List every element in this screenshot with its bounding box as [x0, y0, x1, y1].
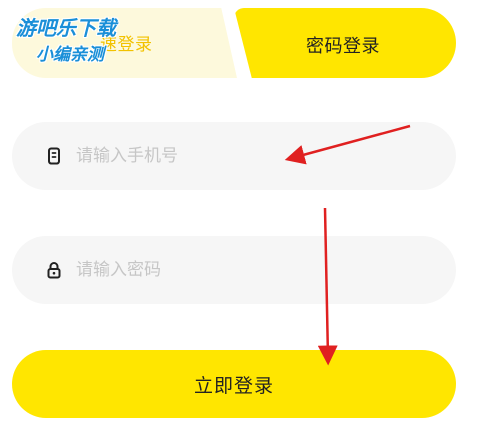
phone-icon: [48, 147, 60, 165]
login-button[interactable]: 立即登录: [12, 350, 456, 418]
lock-icon: [47, 262, 61, 279]
bottom-right-link[interactable]: [296, 432, 300, 439]
bottom-left-link[interactable]: [18, 432, 22, 439]
tab-password-login-label[interactable]: 密码登录: [306, 32, 380, 58]
phone-field[interactable]: [12, 122, 456, 190]
password-input[interactable]: [76, 254, 416, 286]
password-field[interactable]: [12, 236, 456, 304]
watermark-logo: 游吧乐下载 小编亲测: [16, 12, 142, 70]
login-button-label: 立即登录: [193, 374, 274, 397]
bottom-links: [0, 428, 485, 439]
watermark-line1: 游吧乐下载: [16, 16, 116, 40]
phone-input[interactable]: [76, 140, 416, 172]
watermark-line2: 小编亲测: [36, 45, 104, 65]
